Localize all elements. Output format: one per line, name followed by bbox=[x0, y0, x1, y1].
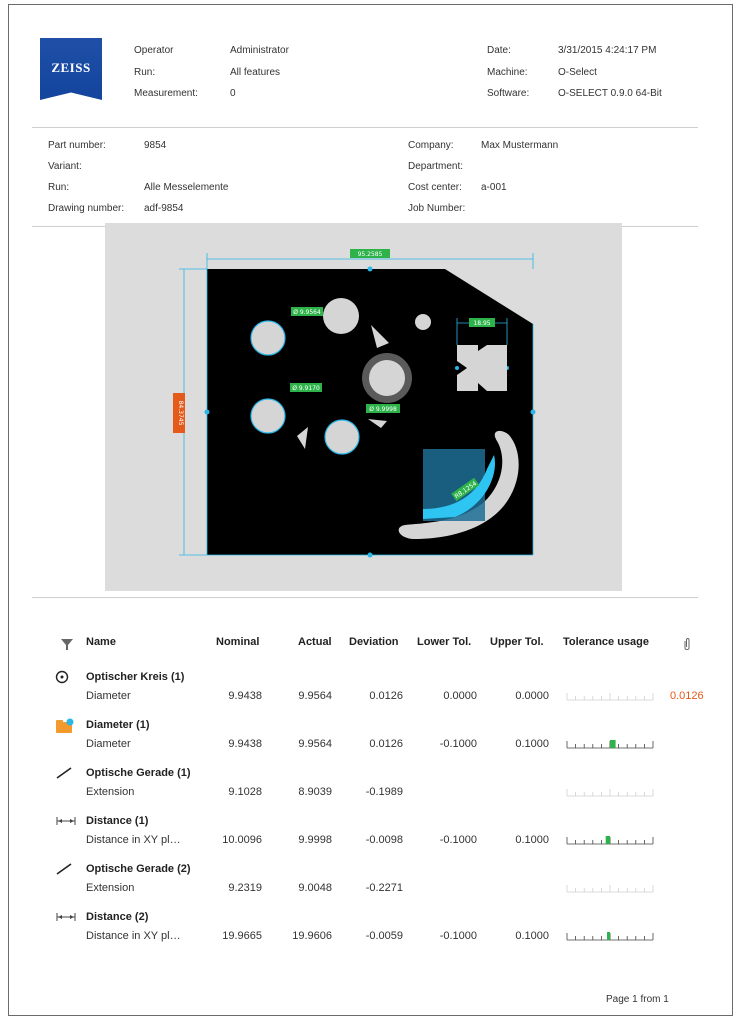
filter-icon[interactable] bbox=[60, 638, 74, 651]
upper-tol-value: 0.1000 bbox=[515, 738, 549, 750]
measurement-label: Measurement: bbox=[134, 88, 198, 99]
zeiss-logo: ZEISS bbox=[40, 38, 102, 100]
divider bbox=[32, 127, 698, 128]
part-number-value: 9854 bbox=[144, 140, 167, 151]
nominal-value: 9.9438 bbox=[228, 690, 262, 702]
divider bbox=[32, 597, 698, 598]
department-label: Department: bbox=[408, 161, 464, 172]
feature-characteristic: Extension bbox=[86, 882, 135, 894]
drawing-number-label: Drawing number: bbox=[48, 203, 125, 214]
tolerance-usage-bar bbox=[566, 932, 654, 941]
feature-characteristic: Diameter bbox=[86, 738, 131, 750]
feature-title: Optische Gerade (2) bbox=[86, 863, 191, 875]
line-icon bbox=[55, 766, 73, 785]
dim-label-c2-text: Ø 9.9170 bbox=[292, 385, 320, 392]
part-drawing: 95.2585 84.3745 18.95 Ø 9.9564 Ø 9.9170 … bbox=[173, 249, 536, 558]
feature-title: Optischer Kreis (1) bbox=[86, 671, 185, 683]
actual-value: 19.9606 bbox=[292, 930, 332, 942]
tolerance-usage-bar bbox=[566, 836, 654, 845]
drawing-number-value: adf-9854 bbox=[144, 203, 184, 214]
tolerance-usage-bar bbox=[566, 740, 654, 749]
lower-tol-value: -0.1000 bbox=[439, 738, 477, 750]
distance-icon bbox=[55, 910, 77, 928]
part-run-value: Alle Messelemente bbox=[144, 182, 229, 193]
date-value: 3/31/2015 4:24:17 PM bbox=[558, 45, 657, 56]
actual-value: 8.9039 bbox=[298, 786, 332, 798]
folder-check-icon bbox=[55, 718, 75, 739]
paperclip-icon[interactable] bbox=[682, 637, 692, 652]
col-nominal: Nominal bbox=[216, 636, 260, 648]
actual-value: 9.9564 bbox=[298, 738, 332, 750]
date-label: Date: bbox=[487, 45, 511, 56]
upper-tol-value: 0.1000 bbox=[515, 930, 549, 942]
lower-tol-value: -0.1000 bbox=[439, 930, 477, 942]
col-upper-tol: Upper Tol. bbox=[490, 636, 544, 648]
lower-tol-value: -0.1000 bbox=[439, 834, 477, 846]
dim-label-c3-text: Ø 9.9998 bbox=[369, 406, 397, 413]
col-name: Name bbox=[86, 636, 116, 648]
distance-icon bbox=[55, 814, 77, 832]
cost-center-label: Cost center: bbox=[408, 182, 462, 193]
feature-title: Distance (2) bbox=[86, 911, 149, 923]
col-actual: Actual bbox=[298, 636, 332, 648]
machine-label: Machine: bbox=[487, 67, 528, 78]
actual-value: 9.0048 bbox=[298, 882, 332, 894]
nominal-value: 9.9438 bbox=[228, 738, 262, 750]
feature-characteristic: Diameter bbox=[86, 690, 131, 702]
software-label: Software: bbox=[487, 88, 530, 99]
part-run-label: Run: bbox=[48, 182, 70, 193]
actual-value: 9.9564 bbox=[298, 690, 332, 702]
feature-title: Diameter (1) bbox=[86, 719, 150, 731]
deviation-value: -0.0098 bbox=[365, 834, 403, 846]
feature-characteristic: Distance in XY pl… bbox=[86, 834, 181, 846]
feature-title: Distance (1) bbox=[86, 815, 149, 827]
tolerance-usage-bar bbox=[566, 693, 654, 701]
feature-characteristic: Extension bbox=[86, 786, 135, 798]
part-number-label: Part number: bbox=[48, 140, 106, 151]
deviation-value: -0.0059 bbox=[365, 930, 403, 942]
col-tolerance-usage: Tolerance usage bbox=[563, 636, 649, 648]
tolerance-usage-bar bbox=[566, 885, 654, 893]
software-value: O-SELECT 0.9.0 64-Bit bbox=[558, 88, 662, 99]
feature-title: Optische Gerade (1) bbox=[86, 767, 191, 779]
line-icon bbox=[55, 862, 73, 881]
dim-label-left-text: 84.3745 bbox=[177, 401, 184, 426]
dim-label-top-text: 95.2585 bbox=[358, 251, 383, 258]
tolerance-usage-bar bbox=[566, 789, 654, 797]
nominal-value: 10.0096 bbox=[222, 834, 262, 846]
run-label: Run: bbox=[134, 67, 156, 78]
nominal-value: 19.9665 bbox=[222, 930, 262, 942]
nominal-value: 9.1028 bbox=[228, 786, 262, 798]
center-hole bbox=[369, 360, 405, 396]
variant-label: Variant: bbox=[48, 161, 82, 172]
job-number-label: Job Number: bbox=[408, 203, 466, 214]
company-label: Company: bbox=[408, 140, 454, 151]
company-value: Max Mustermann bbox=[481, 140, 559, 151]
machine-value: O-Select bbox=[558, 67, 597, 78]
circle-target-icon bbox=[55, 670, 69, 689]
logo-text: ZEISS bbox=[51, 60, 91, 75]
col-deviation: Deviation bbox=[349, 636, 399, 648]
cost-center-value: a-001 bbox=[481, 182, 507, 193]
measurement-value: 0 bbox=[230, 88, 236, 99]
upper-tol-value: 0.1000 bbox=[515, 834, 549, 846]
dim-label-c1-text: Ø 9.9564 bbox=[293, 309, 321, 316]
deviation-value: 0.0126 bbox=[369, 738, 403, 750]
dim-label-right-text: 18.95 bbox=[473, 320, 490, 327]
deviation-value: -0.1989 bbox=[365, 786, 403, 798]
nominal-value: 9.2319 bbox=[228, 882, 262, 894]
feature-characteristic: Distance in XY pl… bbox=[86, 930, 181, 942]
operator-label: Operator bbox=[134, 45, 174, 56]
deviation-value: 0.0126 bbox=[369, 690, 403, 702]
col-lower-tol: Lower Tol. bbox=[417, 636, 472, 648]
out-of-tolerance-value: 0.0126 bbox=[670, 690, 704, 702]
operator-value: Administrator bbox=[230, 45, 289, 56]
upper-tol-value: 0.0000 bbox=[515, 690, 549, 702]
lower-tol-value: 0.0000 bbox=[443, 690, 477, 702]
run-value: All features bbox=[230, 67, 281, 78]
actual-value: 9.9998 bbox=[298, 834, 332, 846]
page-number: Page 1 from 1 bbox=[606, 994, 669, 1005]
deviation-value: -0.2271 bbox=[365, 882, 403, 894]
